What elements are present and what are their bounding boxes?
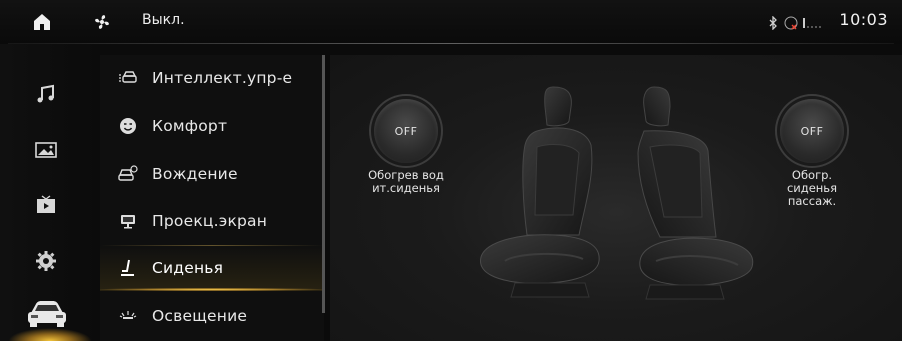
active-indicator-line: [100, 288, 324, 291]
signal-bars-icon: [802, 15, 824, 29]
menu-item-label: Освещение: [152, 307, 248, 325]
menu-item-hud[interactable]: Проекц.экран: [100, 198, 324, 244]
seat-icon: [118, 258, 138, 278]
light-icon: [118, 306, 138, 326]
menu-item-driving[interactable]: Вождение: [100, 151, 324, 197]
menu-item-label: Комфорт: [152, 117, 228, 135]
bluetooth-icon: [766, 15, 780, 31]
music-note-icon[interactable]: [28, 76, 64, 112]
home-icon[interactable]: [32, 12, 52, 32]
status-divider: [8, 43, 894, 44]
fan-icon[interactable]: [92, 12, 112, 32]
status-bar: Выкл. 10:03: [0, 0, 902, 44]
menu-scrollbar[interactable]: [322, 55, 325, 313]
driver-seat-heating-label: Обогрев вод ит.сиденья: [368, 168, 444, 195]
car-icon[interactable]: [22, 296, 72, 332]
menu-item-label: Проекц.экран: [152, 212, 268, 230]
fan-status-text: Выкл.: [142, 12, 185, 28]
app-rail: [0, 44, 98, 341]
rail-active-indicator: [8, 328, 92, 341]
passenger-seat-heating-button[interactable]: OFF: [780, 99, 844, 163]
no-signal-icon: [784, 15, 798, 30]
menu-item-seats[interactable]: Сиденья: [100, 245, 324, 291]
smart-car-icon: [118, 68, 138, 88]
seats-panel: OFF Обогрев вод ит.сиденья OFF Обогр. си…: [330, 55, 902, 341]
active-top-line: [100, 245, 324, 246]
driver-seat-heating-button[interactable]: OFF: [374, 99, 438, 163]
driver-seat-heating-state: OFF: [394, 124, 418, 138]
smiley-face-icon: [118, 116, 138, 136]
menu-item-label: Сиденья: [152, 259, 224, 277]
menu-item-label: Вождение: [152, 165, 238, 183]
menu-item-intellect[interactable]: Интеллект.упр-е: [100, 55, 324, 101]
passenger-seat-image: [637, 86, 754, 300]
video-player-icon[interactable]: [28, 187, 64, 223]
gear-icon[interactable]: [28, 243, 64, 279]
driver-seat-image: [480, 86, 600, 298]
passenger-seat-heating-label: Обогр. сиденья пассаж.: [786, 168, 838, 208]
car-gear-icon: [118, 164, 138, 184]
menu-item-lighting[interactable]: Освещение: [100, 293, 324, 339]
menu-item-label: Интеллект.упр-е: [152, 69, 293, 87]
menu-item-comfort[interactable]: Комфорт: [100, 103, 324, 149]
clock: 10:03: [839, 10, 888, 29]
passenger-seat-heating-state: OFF: [800, 124, 824, 138]
gallery-icon[interactable]: [28, 132, 64, 168]
monitor-icon: [118, 211, 138, 231]
settings-menu: Интеллект.упр-е Комфорт Вождение Проекц.…: [100, 55, 324, 341]
